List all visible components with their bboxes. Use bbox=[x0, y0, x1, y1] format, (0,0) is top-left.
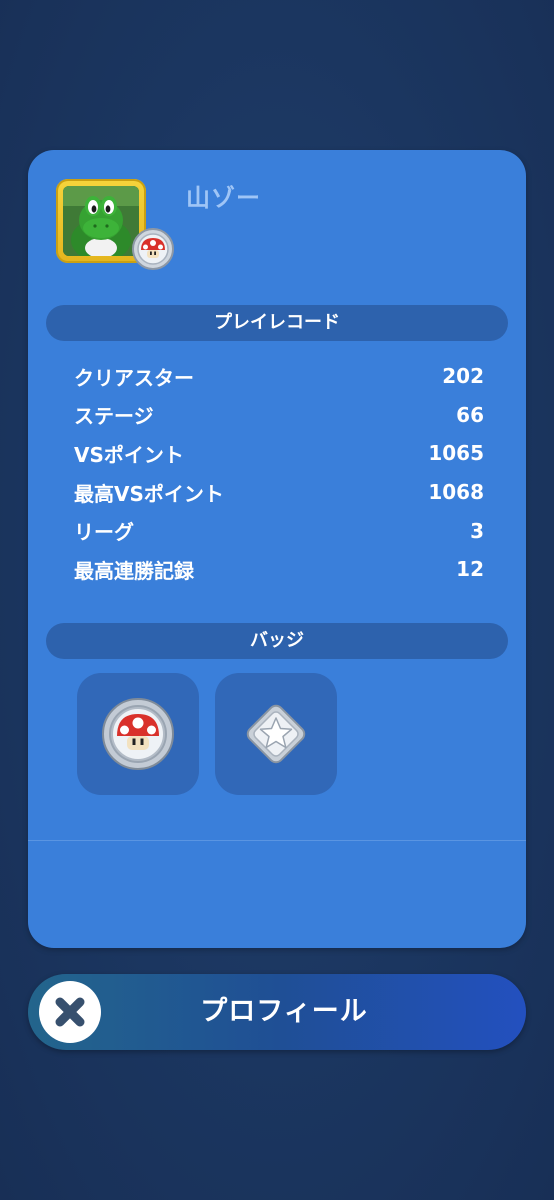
close-icon bbox=[55, 997, 85, 1027]
section-header-play-record: プレイレコード bbox=[46, 305, 508, 341]
record-value: 66 bbox=[456, 402, 484, 427]
record-row-best-win-streak: 最高連勝記録 12 bbox=[74, 550, 484, 589]
badge-tile-star[interactable] bbox=[215, 673, 337, 795]
record-value: 1065 bbox=[428, 441, 484, 466]
record-row-best-vs-points: 最高VSポイント 1068 bbox=[74, 473, 484, 512]
super-mushroom-badge-icon bbox=[102, 698, 174, 770]
super-mushroom-badge-icon bbox=[132, 228, 174, 270]
profile-title-bar: プロフィール bbox=[28, 974, 526, 1050]
section-header-badges: バッジ bbox=[46, 623, 508, 659]
badge-list bbox=[77, 673, 337, 795]
close-button[interactable] bbox=[39, 981, 101, 1043]
player-name: 山ゾー bbox=[186, 184, 261, 212]
play-record-list: クリアスター 202 ステージ 66 VSポイント 1065 最高VSポイント … bbox=[74, 357, 484, 589]
record-value: 1068 bbox=[428, 480, 484, 505]
profile-screen: 山ゾー プレイレコード クリアスター 202 ステージ 66 VSポイント 10… bbox=[0, 0, 554, 1200]
record-value: 12 bbox=[456, 557, 484, 582]
record-row-stage: ステージ 66 bbox=[74, 396, 484, 435]
badge-tile-mushroom[interactable] bbox=[77, 673, 199, 795]
record-label: 最高連勝記録 bbox=[74, 558, 194, 583]
card-divider bbox=[28, 840, 526, 841]
silver-star-badge-icon bbox=[246, 704, 306, 764]
record-value: 202 bbox=[442, 364, 484, 389]
record-label: ステージ bbox=[74, 404, 154, 429]
record-row-clear-stars: クリアスター 202 bbox=[74, 357, 484, 396]
record-row-vs-points: VSポイント 1065 bbox=[74, 434, 484, 473]
screen-title: プロフィール bbox=[200, 996, 368, 1027]
profile-card: 山ゾー プレイレコード クリアスター 202 ステージ 66 VSポイント 10… bbox=[28, 150, 526, 948]
record-label: リーグ bbox=[74, 520, 134, 545]
record-value: 3 bbox=[470, 518, 484, 543]
record-label: VSポイント bbox=[74, 442, 184, 467]
record-label: クリアスター bbox=[74, 365, 194, 390]
record-label: 最高VSポイント bbox=[74, 481, 224, 506]
record-row-league: リーグ 3 bbox=[74, 511, 484, 550]
yoshi-avatar-icon bbox=[63, 186, 139, 256]
